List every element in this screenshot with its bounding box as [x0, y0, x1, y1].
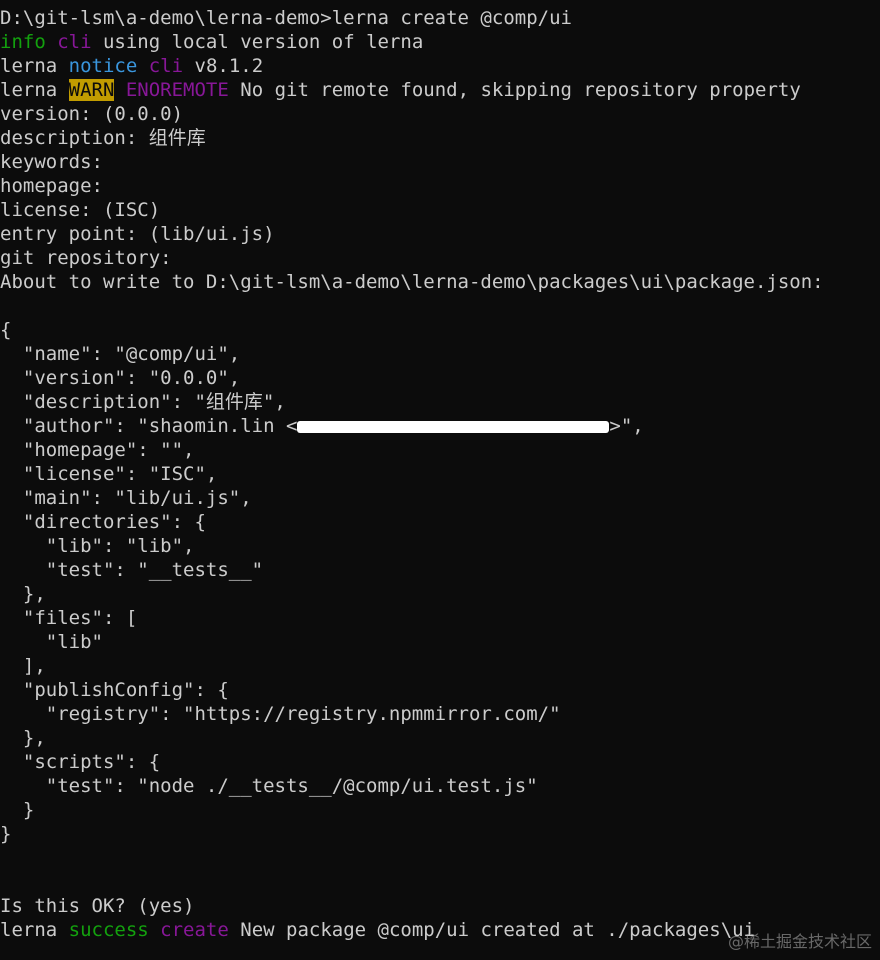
terminal-text: "main": "lib/ui.js",: [0, 487, 252, 509]
terminal-text: license: (ISC): [0, 199, 161, 221]
terminal-text: },: [0, 583, 46, 605]
terminal-text: "publishConfig": {: [0, 679, 229, 701]
terminal-line: "directories": {: [0, 510, 880, 534]
terminal-text: "lib": "lib",: [0, 535, 195, 557]
terminal-text: "author": "shaomin.lin <: [0, 415, 298, 437]
terminal-text: success: [68, 919, 149, 941]
terminal-line: "description": "组件库",: [0, 390, 880, 414]
terminal-line: {: [0, 318, 880, 342]
terminal-text: notice: [68, 55, 138, 77]
terminal-text: >",: [609, 415, 644, 437]
terminal-text: "version": "0.0.0",: [0, 367, 241, 389]
terminal-line: "name": "@comp/ui",: [0, 342, 880, 366]
terminal-text: "test": "__tests__": [0, 559, 264, 581]
terminal-text: keywords:: [0, 151, 103, 173]
terminal-line: }: [0, 798, 880, 822]
terminal-line: },: [0, 726, 880, 750]
terminal-text: ],: [0, 655, 46, 677]
terminal-text: D:\git-lsm\a-demo\lerna-demo>lerna creat…: [0, 7, 572, 29]
terminal-text: create: [160, 919, 229, 941]
terminal-text: "test": "node ./__tests__/@comp/ui.test.…: [0, 775, 538, 797]
terminal-text: description: 组件库: [0, 127, 206, 149]
terminal-line: "lib": "lib",: [0, 534, 880, 558]
terminal-line: "version": "0.0.0",: [0, 366, 880, 390]
terminal-text: "name": "@comp/ui",: [0, 343, 241, 365]
terminal-text: lerna: [0, 79, 69, 101]
terminal-text: "description": "组件库",: [0, 391, 286, 413]
terminal-line: license: (ISC): [0, 198, 880, 222]
terminal-line: "lib": [0, 630, 880, 654]
terminal-text: git repository:: [0, 247, 172, 269]
terminal-line: Is this OK? (yes): [0, 894, 880, 918]
terminal-line: lerna notice cli v8.1.2: [0, 54, 880, 78]
terminal-text: homepage:: [0, 175, 103, 197]
terminal-line: "author": "shaomin.lin < >",: [0, 414, 880, 438]
terminal-line: "files": [: [0, 606, 880, 630]
terminal-line: "license": "ISC",: [0, 462, 880, 486]
terminal-line: "main": "lib/ui.js",: [0, 486, 880, 510]
terminal-line: "scripts": {: [0, 750, 880, 774]
terminal-line: ],: [0, 654, 880, 678]
terminal-line: version: (0.0.0): [0, 102, 880, 126]
watermark: @稀土掘金技术社区: [727, 932, 872, 951]
terminal-text: cli: [148, 55, 184, 77]
terminal-text: info: [0, 31, 46, 53]
redacted-email: [297, 420, 610, 433]
terminal-text: "scripts": {: [0, 751, 161, 773]
terminal-line: }: [0, 822, 880, 846]
terminal-text: lerna: [0, 919, 69, 941]
terminal-text: }: [0, 799, 35, 821]
terminal-line: "registry": "https://registry.npmmirror.…: [0, 702, 880, 726]
terminal-text: {: [0, 319, 12, 341]
terminal-text: },: [0, 727, 46, 749]
terminal-text: }: [0, 823, 12, 845]
terminal-line: "test": "__tests__": [0, 558, 880, 582]
terminal-line: "test": "node ./__tests__/@comp/ui.test.…: [0, 774, 880, 798]
terminal-text: version: (0.0.0): [0, 103, 184, 125]
terminal-text: ENOREMOTE: [125, 79, 229, 101]
terminal-text: Is this OK? (yes): [0, 895, 195, 917]
terminal-line: entry point: (lib/ui.js): [0, 222, 880, 246]
terminal-line: },: [0, 582, 880, 606]
terminal-text: lerna: [0, 55, 69, 77]
terminal-text: entry point: (lib/ui.js): [0, 223, 275, 245]
terminal-line: git repository:: [0, 246, 880, 270]
terminal-text: cli: [57, 31, 92, 53]
terminal-text: "homepage": "",: [0, 439, 195, 461]
terminal-line: info cli using local version of lerna: [0, 30, 880, 54]
terminal-line: About to write to D:\git-lsm\a-demo\lern…: [0, 270, 880, 294]
terminal-output: D:\git-lsm\a-demo\lerna-demo>lerna creat…: [0, 6, 880, 942]
terminal-text: "lib": [0, 631, 103, 653]
terminal-text: "registry": "https://registry.npmmirror.…: [0, 703, 561, 725]
terminal-line: "homepage": "",: [0, 438, 880, 462]
terminal-text: "directories": {: [0, 511, 206, 533]
terminal-text: New package @comp/ui created at ./packag…: [228, 919, 756, 941]
terminal-text: v8.1.2: [183, 55, 264, 77]
terminal-text: using local version of lerna: [91, 31, 424, 53]
terminal-line: lerna WARN ENOREMOTE No git remote found…: [0, 78, 880, 102]
terminal-line: D:\git-lsm\a-demo\lerna-demo>lerna creat…: [0, 6, 880, 30]
terminal-line: description: 组件库: [0, 126, 880, 150]
terminal-text: "files": [: [0, 607, 138, 629]
terminal-text: "license": "ISC",: [0, 463, 218, 485]
terminal-text: WARN: [68, 79, 115, 101]
terminal-text: No git remote found, skipping repository…: [228, 79, 801, 101]
terminal-line: "publishConfig": {: [0, 678, 880, 702]
terminal-line: homepage:: [0, 174, 880, 198]
terminal-text: About to write to D:\git-lsm\a-demo\lern…: [0, 271, 824, 293]
terminal-line: keywords:: [0, 150, 880, 174]
